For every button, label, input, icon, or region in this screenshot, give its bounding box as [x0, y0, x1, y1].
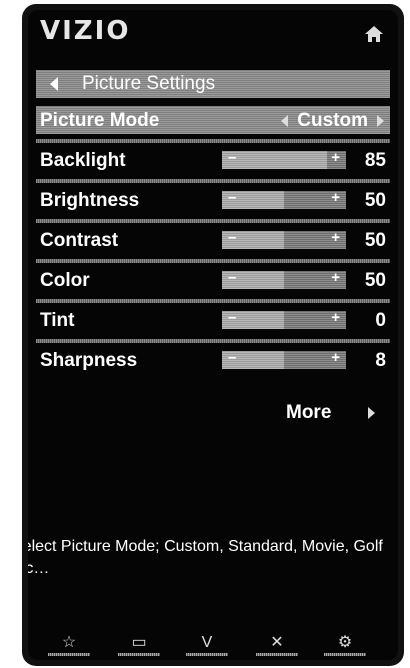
- plus-icon[interactable]: +: [331, 229, 340, 246]
- menu-row-sharpness[interactable]: Sharpness – +8: [36, 339, 390, 374]
- setting-value: 85: [364, 150, 386, 171]
- picture-mode-label: Picture Mode: [40, 110, 160, 131]
- setting-slider[interactable]: – +: [222, 309, 346, 329]
- footer-glyph: ▭: [131, 634, 147, 651]
- setting-label: Backlight: [40, 150, 126, 171]
- plus-icon[interactable]: +: [331, 349, 340, 366]
- minus-icon[interactable]: –: [228, 229, 236, 246]
- plus-icon[interactable]: +: [331, 189, 340, 206]
- setting-label: Tint: [40, 310, 75, 331]
- left-arrow-icon[interactable]: [281, 115, 288, 127]
- row-separator: [36, 179, 390, 183]
- row-separator: [36, 139, 390, 143]
- input-icon[interactable]: ▭: [118, 632, 160, 656]
- menu-row-tint[interactable]: Tint – +0: [36, 299, 390, 334]
- vizio-logo: VIZIO: [40, 16, 131, 46]
- minus-icon[interactable]: –: [228, 149, 236, 166]
- menu-row-picture-mode[interactable]: Picture Mode Custom: [36, 106, 390, 134]
- minus-icon[interactable]: –: [228, 309, 236, 326]
- minus-icon[interactable]: –: [228, 189, 236, 206]
- settings-menu: Picture Mode Custom Backlight – +85 Brightn…: [36, 106, 390, 386]
- plus-icon[interactable]: +: [331, 309, 340, 326]
- setting-label: Brightness: [40, 190, 140, 211]
- setting-label: Sharpness: [40, 350, 138, 371]
- slider-fill: [222, 151, 328, 169]
- gear-icon[interactable]: ⚙: [324, 632, 366, 656]
- footer-underline: [186, 653, 228, 656]
- footer-glyph: ⚙: [337, 634, 353, 651]
- picture-mode-value: Custom: [297, 110, 368, 131]
- row-separator: [36, 299, 390, 303]
- setting-value: 8: [375, 350, 386, 371]
- plus-icon[interactable]: +: [331, 149, 340, 166]
- help-text: Select Picture Mode; Custom, Standard, M…: [28, 538, 383, 577]
- minus-icon[interactable]: –: [228, 349, 236, 366]
- setting-label: Color: [40, 270, 90, 291]
- back-arrow-icon[interactable]: [50, 77, 58, 91]
- right-arrow-icon[interactable]: [368, 407, 375, 419]
- row-separator: [36, 219, 390, 223]
- menu-panel: VIZIO Picture Settings Picture Mode Cust…: [28, 10, 398, 660]
- setting-value: 0: [375, 310, 386, 331]
- star-icon[interactable]: ☆: [48, 632, 90, 656]
- page-title: Picture Settings: [82, 73, 216, 94]
- footer-bar: ☆ ▭ V ✕ ⚙: [28, 626, 398, 660]
- header: VIZIO: [28, 10, 398, 54]
- home-icon[interactable]: [364, 24, 384, 44]
- footer-underline: [48, 653, 90, 656]
- setting-label: Contrast: [40, 230, 119, 251]
- vizio-v-icon[interactable]: V: [186, 634, 228, 656]
- setting-slider[interactable]: – +: [222, 269, 346, 289]
- menu-row-color[interactable]: Color – +50: [36, 259, 390, 294]
- setting-value: 50: [364, 230, 386, 251]
- footer-underline: [118, 653, 160, 656]
- setting-slider[interactable]: – +: [222, 349, 346, 369]
- setting-value: 50: [364, 190, 386, 211]
- menu-row-backlight[interactable]: Backlight – +85: [36, 139, 390, 174]
- footer-glyph: ☆: [61, 634, 77, 651]
- footer-glyph: V: [201, 634, 213, 651]
- footer-underline: [324, 653, 366, 656]
- menu-row-brightness[interactable]: Brightness – +50: [36, 179, 390, 214]
- setting-slider[interactable]: – +: [222, 229, 346, 249]
- plus-icon[interactable]: +: [331, 269, 340, 286]
- setting-slider[interactable]: – +: [222, 189, 346, 209]
- tv-menu-frame: VIZIO Picture Settings Picture Mode Cust…: [22, 4, 404, 666]
- right-arrow-icon[interactable]: [377, 115, 384, 127]
- row-separator: [36, 259, 390, 263]
- setting-value: 50: [364, 270, 386, 291]
- menu-row-contrast[interactable]: Contrast – +50: [36, 219, 390, 254]
- setting-slider[interactable]: – +: [222, 149, 346, 169]
- close-icon[interactable]: ✕: [256, 632, 298, 656]
- row-separator: [36, 339, 390, 343]
- title-bar: Picture Settings: [36, 70, 390, 98]
- footer-glyph: ✕: [270, 634, 284, 651]
- footer-underline: [256, 653, 298, 656]
- minus-icon[interactable]: –: [228, 269, 236, 286]
- more-button[interactable]: More: [286, 402, 331, 424]
